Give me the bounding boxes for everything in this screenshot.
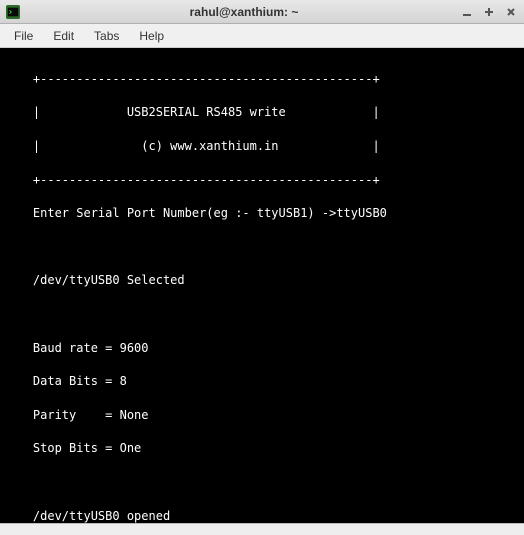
minimize-button[interactable]	[460, 5, 474, 19]
border-line: +---------------------------------------…	[4, 172, 520, 189]
prompt-line: Enter Serial Port Number(eg :- ttyUSB1) …	[4, 205, 520, 222]
status-strip	[0, 523, 524, 535]
menu-file[interactable]: File	[4, 27, 43, 45]
titlebar: rahul@xanthium: ~	[0, 0, 524, 24]
window-title: rahul@xanthium: ~	[28, 5, 460, 19]
menu-help[interactable]: Help	[129, 27, 174, 45]
config-line: Data Bits = 8	[4, 373, 520, 390]
config-line: Stop Bits = One	[4, 440, 520, 457]
window-controls	[460, 5, 518, 19]
close-button[interactable]	[504, 5, 518, 19]
status-line: /dev/ttyUSB0 opened	[4, 508, 520, 523]
menu-tabs[interactable]: Tabs	[84, 27, 129, 45]
blank-line	[4, 306, 520, 323]
terminal-output[interactable]: +---------------------------------------…	[0, 48, 524, 523]
menubar: File Edit Tabs Help	[0, 24, 524, 48]
border-line: +---------------------------------------…	[4, 71, 520, 88]
config-line: Parity = None	[4, 407, 520, 424]
blank-line	[4, 239, 520, 256]
banner-line: | USB2SERIAL RS485 write |	[4, 104, 520, 121]
menu-edit[interactable]: Edit	[43, 27, 84, 45]
blank-line	[4, 474, 520, 491]
banner-line: | (c) www.xanthium.in |	[4, 138, 520, 155]
status-line: /dev/ttyUSB0 Selected	[4, 272, 520, 289]
terminal-icon	[6, 5, 20, 19]
config-line: Baud rate = 9600	[4, 340, 520, 357]
maximize-button[interactable]	[482, 5, 496, 19]
